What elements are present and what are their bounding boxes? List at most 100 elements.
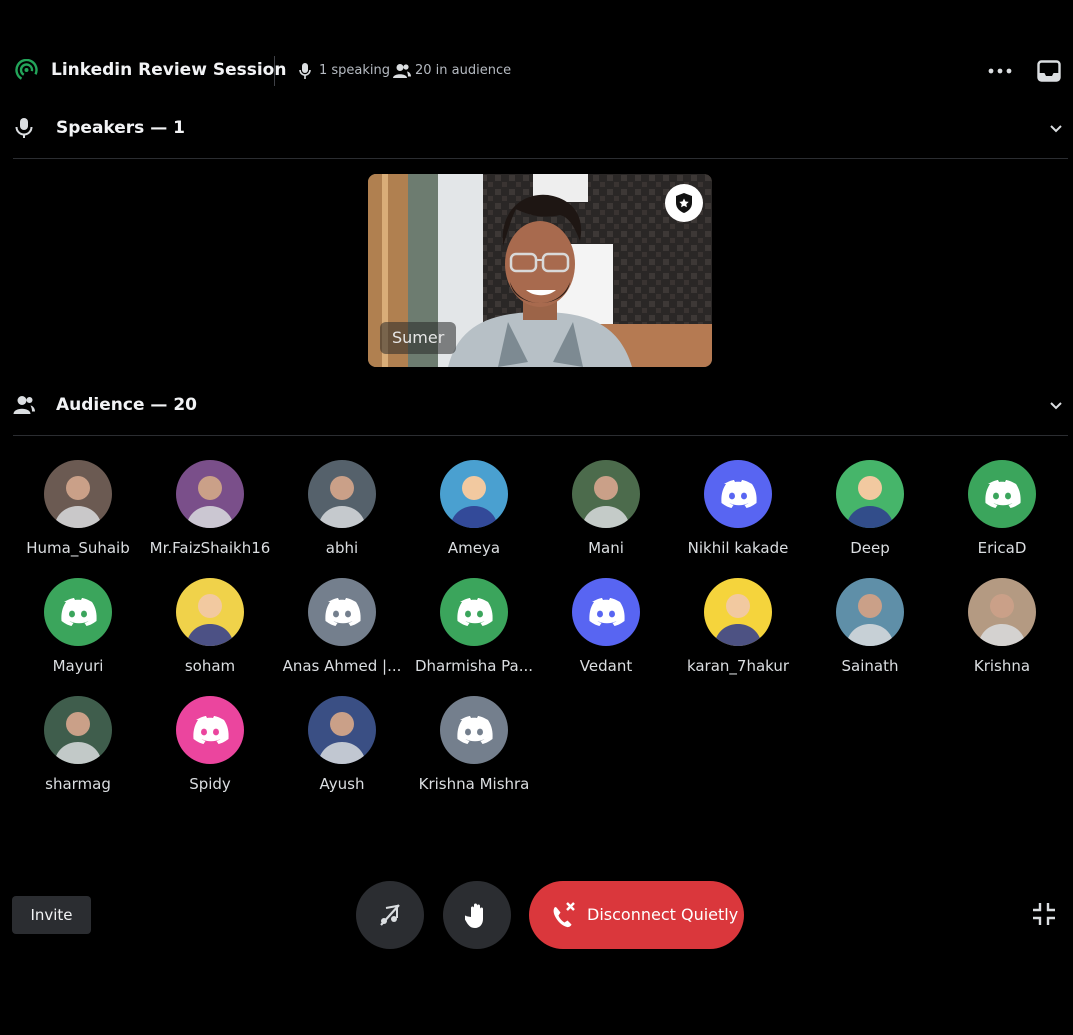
- audience-member[interactable]: Ayush: [276, 696, 408, 808]
- divider: [13, 435, 1068, 436]
- audience-member-name: Sainath: [841, 657, 899, 675]
- audience-member[interactable]: Mr.FaizShaikh16: [144, 460, 276, 572]
- audience-member[interactable]: Deep: [804, 460, 936, 572]
- audience-section-header[interactable]: Audience — 20: [0, 385, 1073, 425]
- audience-member-name: sharmag: [45, 775, 111, 793]
- avatar: [176, 696, 244, 764]
- avatar: [308, 578, 376, 646]
- disconnect-quietly-button[interactable]: Disconnect Quietly: [529, 881, 744, 949]
- discord-logo-icon: [440, 696, 508, 764]
- audience-member-name: abhi: [325, 539, 359, 557]
- speaker-video-tile[interactable]: Sumer: [368, 174, 712, 367]
- audience-member-name: Krishna Mishra: [418, 775, 530, 793]
- audience-member[interactable]: Krishna: [936, 578, 1068, 690]
- raise-hand-button[interactable]: [443, 881, 511, 949]
- avatar: [176, 460, 244, 528]
- audience-member[interactable]: Mani: [540, 460, 672, 572]
- audience-member-name: Nikhil kakade: [687, 539, 789, 557]
- chevron-down-icon[interactable]: [1048, 397, 1064, 413]
- people-icon: [393, 64, 411, 78]
- audience-member-name: Krishna: [973, 657, 1031, 675]
- avatar: [704, 578, 772, 646]
- audience-member[interactable]: abhi: [276, 460, 408, 572]
- microphone-icon: [15, 118, 33, 138]
- audience-member[interactable]: Huma_Suhaib: [12, 460, 144, 572]
- profile-photo: [836, 578, 904, 646]
- discord-logo-icon: [440, 578, 508, 646]
- cartoon-avatar-image: [440, 460, 508, 528]
- avatar: [440, 578, 508, 646]
- profile-photo: [44, 696, 112, 764]
- audience-member[interactable]: soham: [144, 578, 276, 690]
- audience-member-name: Dharmisha Pa...: [414, 657, 534, 675]
- raise-hand-icon: [465, 903, 483, 928]
- header-divider: [274, 56, 275, 86]
- stage-title: Linkedin Review Session: [51, 60, 287, 80]
- audience-member[interactable]: Mayuri: [12, 578, 144, 690]
- audience-member-name: soham: [184, 657, 236, 675]
- chevron-down-icon[interactable]: [1048, 120, 1064, 136]
- audience-member-name: Mayuri: [52, 657, 104, 675]
- discord-logo-icon: [308, 578, 376, 646]
- avatar: [836, 578, 904, 646]
- moderator-badge: [665, 184, 703, 222]
- profile-photo: [308, 460, 376, 528]
- audience-member[interactable]: EricaD: [936, 460, 1068, 572]
- audience-member-name: Ayush: [319, 775, 365, 793]
- cartoon-avatar-image: [836, 460, 904, 528]
- avatar: [44, 696, 112, 764]
- audience-member[interactable]: Anas Ahmed |...: [276, 578, 408, 690]
- discord-logo-icon: [572, 578, 640, 646]
- avatar: [440, 460, 508, 528]
- cartoon-avatar-image: [704, 578, 772, 646]
- avatar: [968, 460, 1036, 528]
- avatar: [572, 460, 640, 528]
- avatar: [704, 460, 772, 528]
- avatar: [572, 578, 640, 646]
- cartoon-avatar-image: [176, 578, 244, 646]
- profile-photo: [968, 578, 1036, 646]
- inbox-icon[interactable]: [1037, 60, 1061, 82]
- audience-member[interactable]: sharmag: [12, 696, 144, 808]
- invite-button[interactable]: Invite: [12, 896, 91, 934]
- exit-fullscreen-icon[interactable]: [1030, 900, 1058, 928]
- audience-member-name: Spidy: [189, 775, 231, 793]
- avatar: [836, 460, 904, 528]
- moderator-shield-icon: [676, 193, 692, 213]
- audience-member-name: karan_7hakur: [686, 657, 790, 675]
- leave-call-icon: [553, 902, 575, 928]
- avatar: [44, 578, 112, 646]
- discord-logo-icon: [704, 460, 772, 528]
- discord-logo-icon: [176, 696, 244, 764]
- audience-member-name: EricaD: [977, 539, 1027, 557]
- people-icon: [13, 396, 35, 414]
- audience-member[interactable]: Sainath: [804, 578, 936, 690]
- profile-photo: [308, 696, 376, 764]
- audio-toggle-button[interactable]: [356, 881, 424, 949]
- audience-member[interactable]: Nikhil kakade: [672, 460, 804, 572]
- audience-member-name: Deep: [850, 539, 890, 557]
- avatar: [308, 696, 376, 764]
- profile-photo: [176, 460, 244, 528]
- audience-member[interactable]: karan_7hakur: [672, 578, 804, 690]
- audience-member[interactable]: Spidy: [144, 696, 276, 808]
- avatar: [308, 460, 376, 528]
- audience-member[interactable]: Ameya: [408, 460, 540, 572]
- microphone-icon: [299, 63, 311, 79]
- stage-header: Linkedin Review Session 1 speaking 20 in…: [0, 48, 1073, 94]
- audience-member-name: Anas Ahmed |...: [282, 657, 402, 675]
- speaker-name-tag: Sumer: [380, 322, 457, 354]
- audience-member[interactable]: Vedant: [540, 578, 672, 690]
- music-note-muted-icon: [380, 904, 400, 926]
- avatar: [968, 578, 1036, 646]
- audience-member[interactable]: Dharmisha Pa...: [408, 578, 540, 690]
- audience-member-name: Mani: [588, 539, 624, 557]
- discord-logo-icon: [968, 460, 1036, 528]
- audience-member-name: Ameya: [447, 539, 501, 557]
- discord-logo-icon: [44, 578, 112, 646]
- speakers-section-header[interactable]: Speakers — 1: [0, 108, 1073, 148]
- audience-member[interactable]: Krishna Mishra: [408, 696, 540, 808]
- more-options-icon[interactable]: [986, 60, 1016, 82]
- profile-photo: [572, 460, 640, 528]
- avatar: [44, 460, 112, 528]
